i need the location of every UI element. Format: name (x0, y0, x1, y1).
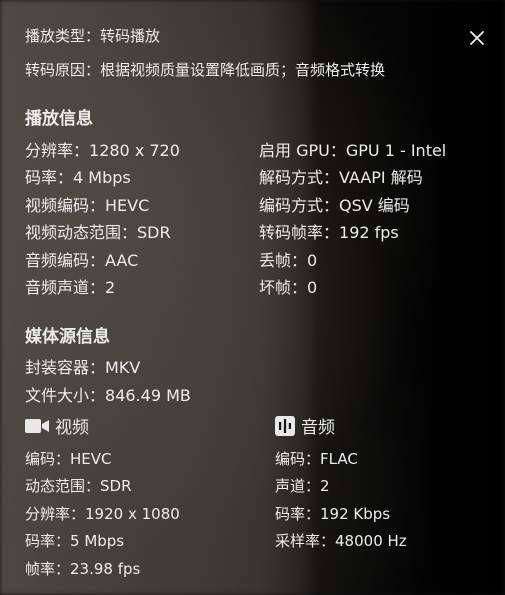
playback-audio-channels-row: 音频声道：2 (25, 274, 115, 298)
playback-transcode-fps-row: 转码帧率：192 fps (259, 219, 399, 243)
playback-decode-row: 解码方式：VAAPI 解码 (259, 164, 423, 188)
row-label: 采样率： (275, 532, 336, 550)
video-codec-row: 编码：HEVC (25, 448, 112, 469)
row-value: HEVC (70, 450, 112, 468)
row-value: 2 (105, 278, 116, 297)
row-label: 动态范围： (25, 477, 101, 495)
media-info-panel: 播放类型：转码播放 转码原因：根据视频质量设置降低画质；音频格式转换 播放信息 … (0, 0, 505, 595)
row-value: 846.49 MB (105, 386, 191, 405)
row-label: 坏帧： (259, 278, 308, 297)
row-label: 启用 GPU： (259, 141, 346, 160)
row-value: 2 (320, 477, 330, 495)
transcode-reason-label: 转码原因： (25, 61, 101, 79)
row-label: 封装容器： (25, 358, 106, 377)
playback-dropped-frames-row: 丢帧：0 (259, 247, 317, 271)
row-value: SDR (137, 223, 171, 242)
row-value: 192 fps (339, 223, 399, 242)
row-value: SDR (100, 477, 132, 495)
play-type-row: 播放类型：转码播放 (25, 25, 160, 46)
row-label: 分辨率： (25, 141, 90, 160)
audio-samplerate-row: 采样率：48000 Hz (275, 530, 407, 551)
play-type-value: 转码播放 (100, 27, 161, 45)
video-dynamic-range-row: 动态范围：SDR (25, 475, 132, 496)
row-value: 23.98 fps (70, 560, 141, 578)
row-label: 解码方式： (259, 168, 340, 187)
video-bitrate-row: 码率：5 Mbps (25, 530, 124, 551)
row-value: QSV 编码 (339, 196, 410, 215)
audio-section-title: 音频 (275, 413, 335, 438)
video-section-title: 视频 (25, 413, 89, 438)
playback-resolution-row: 分辨率：1280 x 720 (25, 137, 180, 161)
row-label: 码率： (275, 505, 321, 523)
row-label: 码率： (25, 532, 71, 550)
row-value: GPU 1 - Intel (345, 141, 447, 160)
playback-bitrate-row: 码率：4 Mbps (25, 164, 131, 188)
row-value: AAC (105, 251, 139, 270)
row-label: 声道： (275, 477, 321, 495)
audio-codec-row: 编码：FLAC (275, 448, 358, 469)
row-label: 音频编码： (25, 251, 106, 270)
playback-dynamic-range-row: 视频动态范围：SDR (25, 219, 171, 243)
close-icon[interactable] (468, 29, 486, 47)
row-label: 编码方式： (259, 196, 340, 215)
row-label: 帧率： (25, 560, 71, 578)
audio-channels-row: 声道：2 (275, 475, 330, 496)
audio-bitrate-row: 码率：192 Kbps (275, 503, 390, 524)
row-value: 0 (307, 278, 318, 297)
row-value: 5 Mbps (70, 532, 125, 550)
row-label: 丢帧： (259, 251, 308, 270)
row-value: 4 Mbps (73, 168, 131, 187)
row-label: 转码帧率： (259, 223, 340, 242)
playback-video-codec-row: 视频编码：HEVC (25, 192, 149, 216)
row-value: MKV (105, 358, 141, 377)
media-source-heading: 媒体源信息 (25, 327, 110, 347)
row-label: 视频编码： (25, 196, 106, 215)
playback-bad-frames-row: 坏帧：0 (259, 274, 317, 298)
playback-info-heading: 播放信息 (25, 109, 93, 129)
transcode-reason-row: 转码原因：根据视频质量设置降低画质；音频格式转换 (25, 59, 385, 80)
row-value: 1280 x 720 (89, 141, 180, 160)
play-type-label: 播放类型： (25, 27, 101, 45)
row-label: 音频声道： (25, 278, 106, 297)
row-value: 1920 x 1080 (85, 505, 180, 523)
row-label: 编码： (275, 450, 321, 468)
transcode-reason-value: 根据视频质量设置降低画质；音频格式转换 (100, 61, 386, 79)
video-framerate-row: 帧率：23.98 fps (25, 558, 140, 579)
video-camera-icon (25, 417, 49, 435)
row-label: 编码： (25, 450, 71, 468)
row-value: VAAPI 解码 (339, 168, 423, 187)
row-label: 码率： (25, 168, 74, 187)
row-value: 192 Kbps (320, 505, 391, 523)
row-value: HEVC (105, 196, 150, 215)
audio-wave-icon (275, 415, 295, 436)
video-section-label: 视频 (55, 418, 89, 438)
row-label: 视频动态范围： (25, 223, 138, 242)
audio-section-label: 音频 (301, 418, 335, 438)
media-container-row: 封装容器：MKV (25, 354, 140, 378)
playback-gpu-row: 启用 GPU：GPU 1 - Intel (259, 137, 446, 161)
row-value: 0 (307, 251, 318, 270)
row-value: 48000 Hz (335, 532, 407, 550)
media-file-size-row: 文件大小：846.49 MB (25, 382, 191, 406)
playback-encode-row: 编码方式：QSV 编码 (259, 192, 410, 216)
playback-audio-codec-row: 音频编码：AAC (25, 247, 138, 271)
row-label: 文件大小： (25, 386, 106, 405)
row-label: 分辨率： (25, 505, 86, 523)
video-resolution-row: 分辨率：1920 x 1080 (25, 503, 180, 524)
row-value: FLAC (320, 450, 358, 468)
